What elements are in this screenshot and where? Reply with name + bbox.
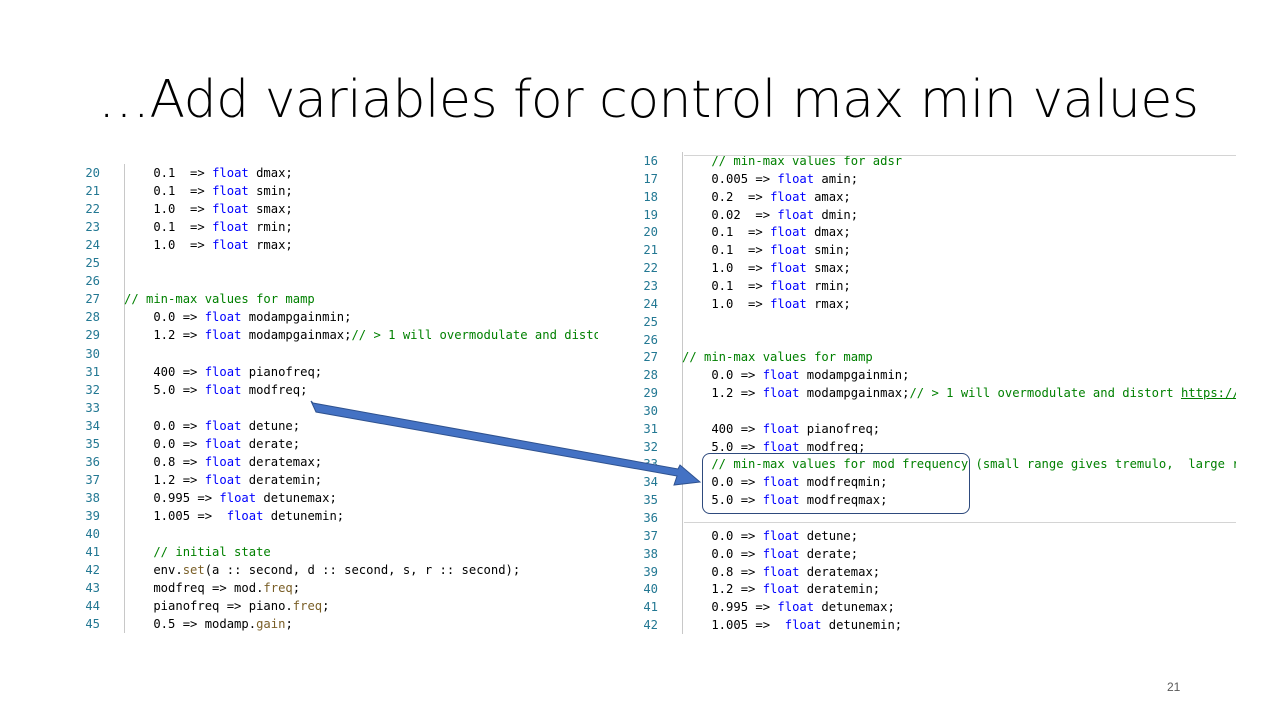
arrow-graphic [310,400,702,486]
code-separator [684,522,1236,523]
insertion-arrow [310,400,702,486]
code-separator [684,155,1236,156]
page-number: 21 [1167,680,1181,694]
